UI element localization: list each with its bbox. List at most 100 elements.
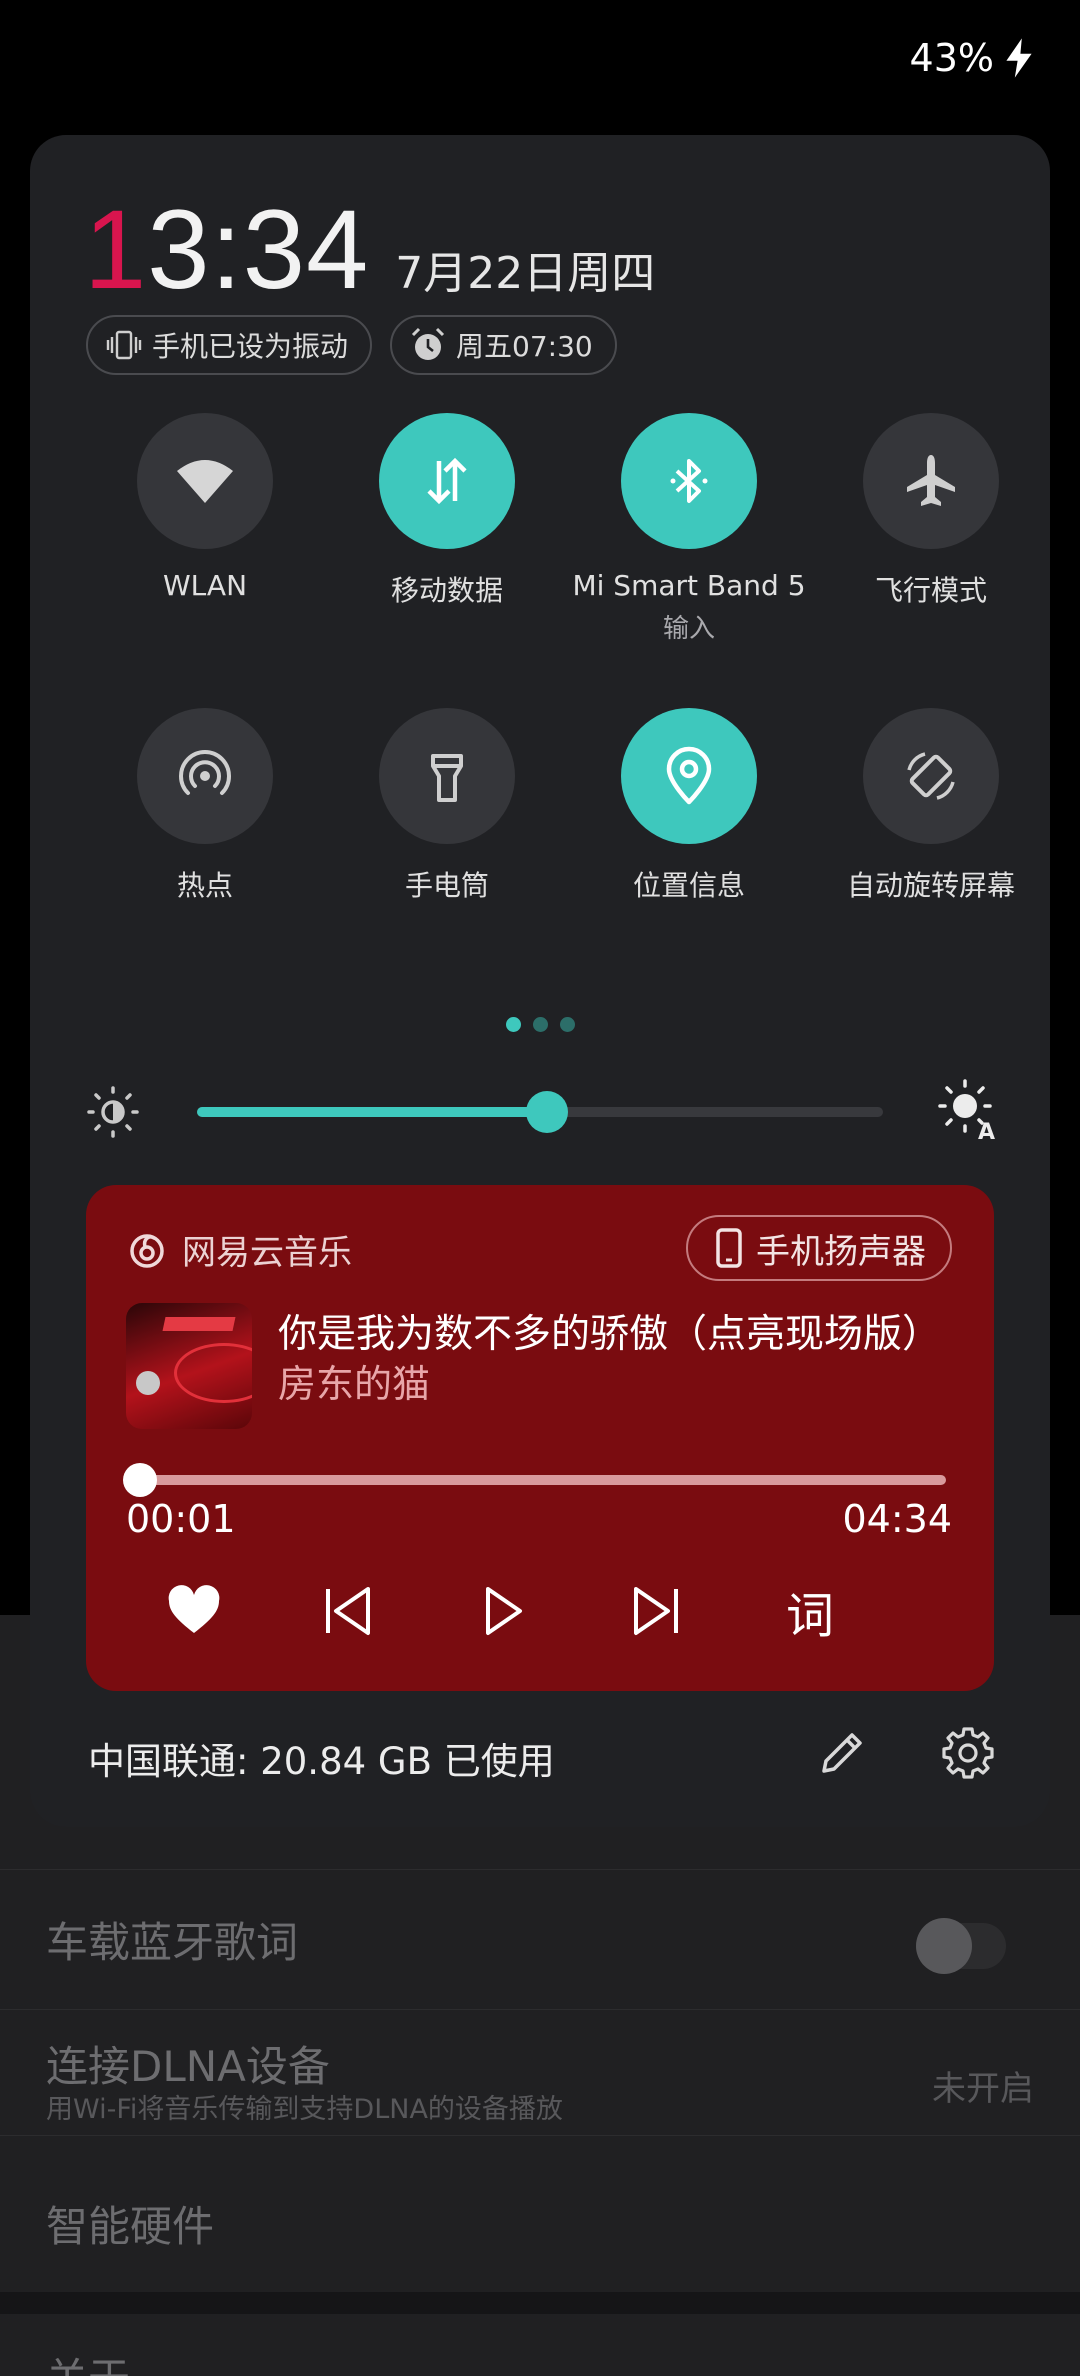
flashlight-icon bbox=[431, 754, 463, 802]
bg-row-title: 连接DLNA设备 bbox=[46, 2042, 330, 2091]
media-app: 网易云音乐 bbox=[126, 1225, 352, 1274]
netease-music-icon bbox=[130, 1233, 164, 1268]
charging-icon bbox=[1006, 38, 1032, 78]
edit-icon[interactable] bbox=[814, 1725, 870, 1781]
tile-wlan-button[interactable] bbox=[137, 413, 273, 549]
tile-location-button[interactable] bbox=[621, 708, 757, 844]
divider bbox=[0, 2009, 1080, 2010]
wifi-icon bbox=[177, 460, 233, 503]
brightness-low-icon bbox=[87, 1086, 139, 1138]
bg-row-title: 智能硬件 bbox=[46, 2202, 215, 2251]
tile-bluetooth[interactable]: Mi Smart Band 5 输入 bbox=[568, 413, 810, 645]
page-dot[interactable] bbox=[532, 1017, 548, 1032]
divider bbox=[0, 2135, 1080, 2136]
tile-label: 飞行模式 bbox=[874, 574, 987, 607]
auto-brightness-icon[interactable]: A bbox=[938, 1079, 1000, 1141]
lyrics-button[interactable]: 词 bbox=[778, 1579, 842, 1644]
seek-thumb[interactable] bbox=[123, 1463, 158, 1497]
playback-controls: 词 bbox=[86, 1571, 994, 1651]
media-player-card[interactable]: 网易云音乐 手机扬声器 你是我为数不多的骄傲（点亮现场版） 房东的猫 00:01… bbox=[86, 1185, 994, 1691]
media-app-name: 网易云音乐 bbox=[182, 1233, 352, 1273]
airplane-icon bbox=[907, 455, 955, 506]
battery-percent: 43% bbox=[909, 36, 994, 80]
output-device-label: 手机扬声器 bbox=[756, 1231, 926, 1272]
tile-hotspot-button[interactable] bbox=[137, 708, 273, 844]
tile-label: Mi Smart Band 5 bbox=[572, 569, 806, 602]
page-dot[interactable] bbox=[559, 1017, 575, 1032]
location-icon bbox=[666, 746, 712, 805]
brightness-fill bbox=[197, 1107, 547, 1117]
settings-gear-icon[interactable] bbox=[940, 1725, 996, 1781]
quick-settings-panel: 13:34 7月22日周四 手机已设为振动 周五07:30 WLAN 移动数据 … bbox=[30, 135, 1050, 1827]
bluetooth-icon bbox=[670, 459, 708, 503]
tile-label: 移动数据 bbox=[390, 574, 503, 607]
tile-label: 位置信息 bbox=[632, 869, 745, 902]
brightness-thumb[interactable] bbox=[525, 1091, 568, 1133]
tile-auto-rotate[interactable]: 自动旋转屏幕 bbox=[810, 708, 1052, 904]
alarm-icon bbox=[411, 327, 445, 360]
phone-speaker-icon bbox=[716, 1228, 742, 1268]
skip-previous-icon bbox=[326, 1587, 370, 1635]
status-chips: 手机已设为振动 周五07:30 bbox=[86, 315, 617, 375]
album-cover[interactable] bbox=[126, 1303, 252, 1429]
divider bbox=[0, 1869, 1080, 1870]
tile-wlan[interactable]: WLAN bbox=[84, 413, 326, 602]
tile-airplane-button[interactable] bbox=[863, 413, 999, 549]
skip-next-icon bbox=[634, 1587, 678, 1635]
tile-bluetooth-button[interactable] bbox=[621, 413, 757, 549]
tile-label: 热点 bbox=[176, 869, 233, 902]
alarm-chip-label: 周五07:30 bbox=[456, 330, 593, 363]
hotspot-icon bbox=[179, 750, 231, 795]
auto-rotate-icon bbox=[907, 752, 955, 800]
vibrate-chip[interactable]: 手机已设为振动 bbox=[86, 315, 373, 375]
tile-auto-rotate-button[interactable] bbox=[863, 708, 999, 844]
output-device-button[interactable]: 手机扬声器 bbox=[686, 1215, 952, 1281]
tile-location[interactable]: 位置信息 bbox=[568, 708, 810, 904]
vibrate-chip-label: 手机已设为振动 bbox=[152, 330, 349, 363]
tile-hotspot[interactable]: 热点 bbox=[84, 708, 326, 904]
mobile-data-icon bbox=[427, 457, 467, 505]
clock-time[interactable]: 13:34 bbox=[84, 185, 369, 314]
clock: 13:34 7月22日周四 bbox=[84, 185, 655, 314]
time-total: 04:34 bbox=[842, 1497, 952, 1541]
svg-text:A: A bbox=[978, 1120, 995, 1141]
section-gap bbox=[0, 2292, 1080, 2314]
seek-bar[interactable] bbox=[123, 1463, 946, 1497]
song-title: 你是我为数不多的骄傲（点亮现场版） bbox=[278, 1312, 942, 1357]
panel-footer-actions bbox=[814, 1725, 996, 1781]
like-button[interactable] bbox=[162, 1579, 226, 1643]
tile-mobile-data-button[interactable] bbox=[379, 413, 515, 549]
data-usage-label[interactable]: 中国联通: 20.84 GB 已使用 bbox=[88, 1731, 555, 1785]
tile-label: WLAN bbox=[162, 569, 248, 602]
clock-time-accent: 1 bbox=[84, 187, 148, 312]
tile-mobile-data[interactable]: 移动数据 bbox=[326, 413, 568, 609]
car-lyrics-toggle[interactable] bbox=[916, 1918, 1006, 1974]
previous-button[interactable] bbox=[316, 1579, 380, 1643]
bg-row-subtitle: 用Wi-Fi将音乐传输到支持DLNA的设备播放 bbox=[46, 2094, 563, 2125]
tile-label: 自动旋转屏幕 bbox=[846, 869, 1015, 902]
play-button[interactable] bbox=[470, 1579, 534, 1643]
bg-row-title: 关于 bbox=[46, 2345, 130, 2376]
time-current: 00:01 bbox=[126, 1497, 236, 1541]
toggle-knob bbox=[916, 1918, 972, 1974]
status-bar: 43% bbox=[910, 36, 1036, 80]
tile-flashlight-button[interactable] bbox=[379, 708, 515, 844]
play-icon bbox=[486, 1587, 522, 1635]
page-dot[interactable] bbox=[505, 1017, 521, 1032]
heart-icon bbox=[168, 1585, 220, 1633]
tile-airplane[interactable]: 飞行模式 bbox=[810, 413, 1052, 609]
tile-sublabel: 输入 bbox=[662, 614, 715, 644]
page-indicator bbox=[30, 1017, 1050, 1032]
brightness-control: A bbox=[30, 1075, 1050, 1145]
clock-time-rest: 3:34 bbox=[147, 187, 370, 312]
vibrate-icon bbox=[106, 330, 142, 360]
brightness-slider[interactable] bbox=[197, 1091, 883, 1133]
bg-row-title: 车载蓝牙歌词 bbox=[46, 1918, 299, 1967]
next-button[interactable] bbox=[624, 1579, 688, 1643]
bg-row-value: 未开启 bbox=[932, 2069, 1034, 2109]
clock-date[interactable]: 7月22日周四 bbox=[395, 237, 655, 301]
alarm-chip[interactable]: 周五07:30 bbox=[390, 315, 617, 375]
screen: 43% 车载蓝牙歌词 连接DLNA设备 用Wi-Fi将音乐传输到支持DLNA的设… bbox=[0, 0, 1080, 2376]
tile-flashlight[interactable]: 手电筒 bbox=[326, 708, 568, 904]
song-artist: 房东的猫 bbox=[278, 1362, 431, 1406]
